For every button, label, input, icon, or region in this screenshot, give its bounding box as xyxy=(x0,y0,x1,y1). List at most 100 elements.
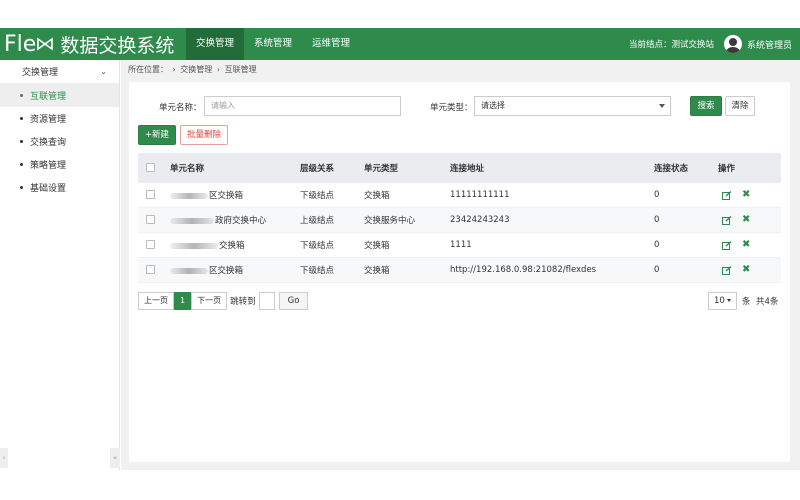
row-type: 交换箱 xyxy=(364,191,390,201)
row-ops: ✖ xyxy=(718,240,778,250)
user-name[interactable]: 系统管理员 xyxy=(747,38,792,51)
sidebar-item-interconnect[interactable]: 互联管理 xyxy=(0,84,119,107)
row-type: 交换箱 xyxy=(364,241,390,251)
row-level: 下级结点 xyxy=(300,241,335,251)
app-logo: Fle 数据交换系统 xyxy=(0,28,186,60)
edit-icon[interactable] xyxy=(722,265,732,275)
row-type: 交换服务中心 xyxy=(364,216,416,226)
row-name-visible: 政府交换中心 xyxy=(215,216,267,226)
edit-icon[interactable] xyxy=(722,240,732,250)
row-ops: ✖ xyxy=(718,265,778,275)
row-name-visible: 区交换箱 xyxy=(209,266,244,276)
breadcrumb: 所在位置： › 交换管理 › 互联管理 xyxy=(128,62,259,78)
current-node-label: 当前结点：测试交换站 xyxy=(628,40,714,50)
unit-name-input[interactable]: 请输入 xyxy=(204,96,401,116)
bullet-icon xyxy=(20,140,23,143)
search-button[interactable]: 搜索 xyxy=(690,96,722,116)
sidebar-item-label: 基础设置 xyxy=(30,184,67,194)
go-button[interactable]: Go xyxy=(278,292,309,310)
row-status: 0 xyxy=(654,240,660,250)
header-name: 单元名称 xyxy=(170,164,205,174)
nav-exchange-management[interactable]: 交换管理 xyxy=(186,28,245,60)
breadcrumb-prefix: 所在位置： xyxy=(128,65,168,74)
sidebar-group-exchange[interactable]: 交换管理 ⌄ xyxy=(0,60,119,84)
row-status: 0 xyxy=(654,215,660,225)
new-button[interactable]: +新建 xyxy=(138,125,176,145)
delete-icon[interactable]: ✖ xyxy=(742,190,750,200)
row-status: 0 xyxy=(654,190,660,200)
table-row: 政府交换中心 上级结点 交换服务中心 23424243243 0 ✖ xyxy=(138,208,781,233)
sidebar-item-exchange-query[interactable]: 交换查询 xyxy=(0,130,119,153)
header-address: 连接地址 xyxy=(450,164,485,174)
row-ops: ✖ xyxy=(718,215,778,225)
row-checkbox[interactable] xyxy=(146,215,155,224)
row-level: 下级结点 xyxy=(300,191,335,201)
row-checkbox[interactable] xyxy=(146,265,155,274)
total-count: 共4条 xyxy=(756,297,779,307)
sidebar-item-label: 互联管理 xyxy=(30,92,67,102)
sidebar-group-label: 交换管理 xyxy=(22,68,59,78)
table-row: 区交换箱 下级结点 交换箱 11111111111 0 ✖ xyxy=(138,183,781,208)
header-ops: 操作 xyxy=(718,164,736,174)
sidebar-item-policy[interactable]: 策略管理 xyxy=(0,153,119,176)
row-level: 上级结点 xyxy=(300,216,335,226)
row-ops: ✖ xyxy=(718,190,778,200)
collapse-left-icon[interactable]: ‹ xyxy=(0,448,8,468)
caret-down-icon xyxy=(726,299,731,302)
chevron-down-icon: ⌄ xyxy=(100,67,107,76)
table-header: 单元名称 层级关系 单元类型 连接地址 连接状态 操作 xyxy=(138,153,781,183)
edit-icon[interactable] xyxy=(722,190,732,200)
redacted-text xyxy=(170,217,214,224)
header-right: 当前结点：测试交换站 系统管理员 xyxy=(629,35,800,53)
row-name: 区交换箱 xyxy=(168,189,300,201)
row-address: 23424243243 xyxy=(450,215,510,225)
table-row: 交换箱 下级结点 交换箱 1111 0 ✖ xyxy=(138,233,781,258)
nav-system-management[interactable]: 系统管理 xyxy=(244,28,302,60)
redacted-text xyxy=(170,267,208,274)
sidebar-item-label: 策略管理 xyxy=(30,161,67,171)
bullet-icon xyxy=(20,94,23,97)
redacted-text xyxy=(170,242,218,249)
row-type: 交换箱 xyxy=(364,266,390,276)
row-checkbox[interactable] xyxy=(146,190,155,199)
page-1-button[interactable]: 1 xyxy=(174,292,192,310)
row-checkbox-cell xyxy=(138,215,168,225)
user-avatar-icon[interactable] xyxy=(723,35,742,53)
breadcrumb-item-current: 互联管理 xyxy=(224,65,257,74)
row-status: 0 xyxy=(654,265,660,275)
unit-name-label: 单元名称： xyxy=(159,103,202,113)
header-status: 连接状态 xyxy=(654,164,689,174)
batch-delete-button[interactable]: 批量删除 xyxy=(180,125,228,145)
table-row: 区交换箱 下级结点 交换箱 http://192.168.0.98:21082/… xyxy=(138,258,781,283)
page-size-select[interactable]: 10 xyxy=(708,292,737,310)
collapse-sidebar-icon[interactable]: « xyxy=(110,448,120,468)
row-address: 11111111111 xyxy=(450,190,510,200)
delete-icon[interactable]: ✖ xyxy=(742,215,750,225)
redacted-text xyxy=(170,192,208,199)
app-window: Fle 数据交换系统 交换管理 系统管理 运维管理 当前结点：测试交换站 系统管… xyxy=(0,0,800,500)
jump-page-input[interactable] xyxy=(258,292,275,310)
row-level: 下级结点 xyxy=(300,266,335,276)
clear-button[interactable]: 清除 xyxy=(725,96,755,116)
next-page-button[interactable]: 下一页 xyxy=(191,292,228,310)
breadcrumb-item[interactable]: 交换管理 xyxy=(180,65,212,74)
sidebar-item-basic-settings[interactable]: 基础设置 xyxy=(0,176,119,199)
sidebar-item-label: 资源管理 xyxy=(30,115,67,125)
edit-icon[interactable] xyxy=(722,215,732,225)
page-size-unit: 条 xyxy=(742,297,751,307)
sidebar: 交换管理 ⌄ 互联管理 资源管理 交换查询 策略管理 基础设置 xyxy=(0,60,120,470)
header-level: 层级关系 xyxy=(300,164,335,174)
row-checkbox[interactable] xyxy=(146,240,155,249)
unit-type-value: 请选择 xyxy=(481,101,505,110)
sidebar-item-label: 交换查询 xyxy=(30,138,67,148)
select-all-checkbox[interactable] xyxy=(146,163,155,172)
jump-label: 跳转到 xyxy=(230,297,256,307)
prev-page-button[interactable]: 上一页 xyxy=(138,292,174,310)
delete-icon[interactable]: ✖ xyxy=(742,265,750,275)
sidebar-item-resources[interactable]: 资源管理 xyxy=(0,107,119,130)
nav-ops-management[interactable]: 运维管理 xyxy=(302,28,360,60)
unit-type-select[interactable]: 请选择 xyxy=(474,96,671,116)
row-address: 1111 xyxy=(450,240,472,250)
header-type: 单元类型 xyxy=(364,164,399,174)
delete-icon[interactable]: ✖ xyxy=(742,240,750,250)
